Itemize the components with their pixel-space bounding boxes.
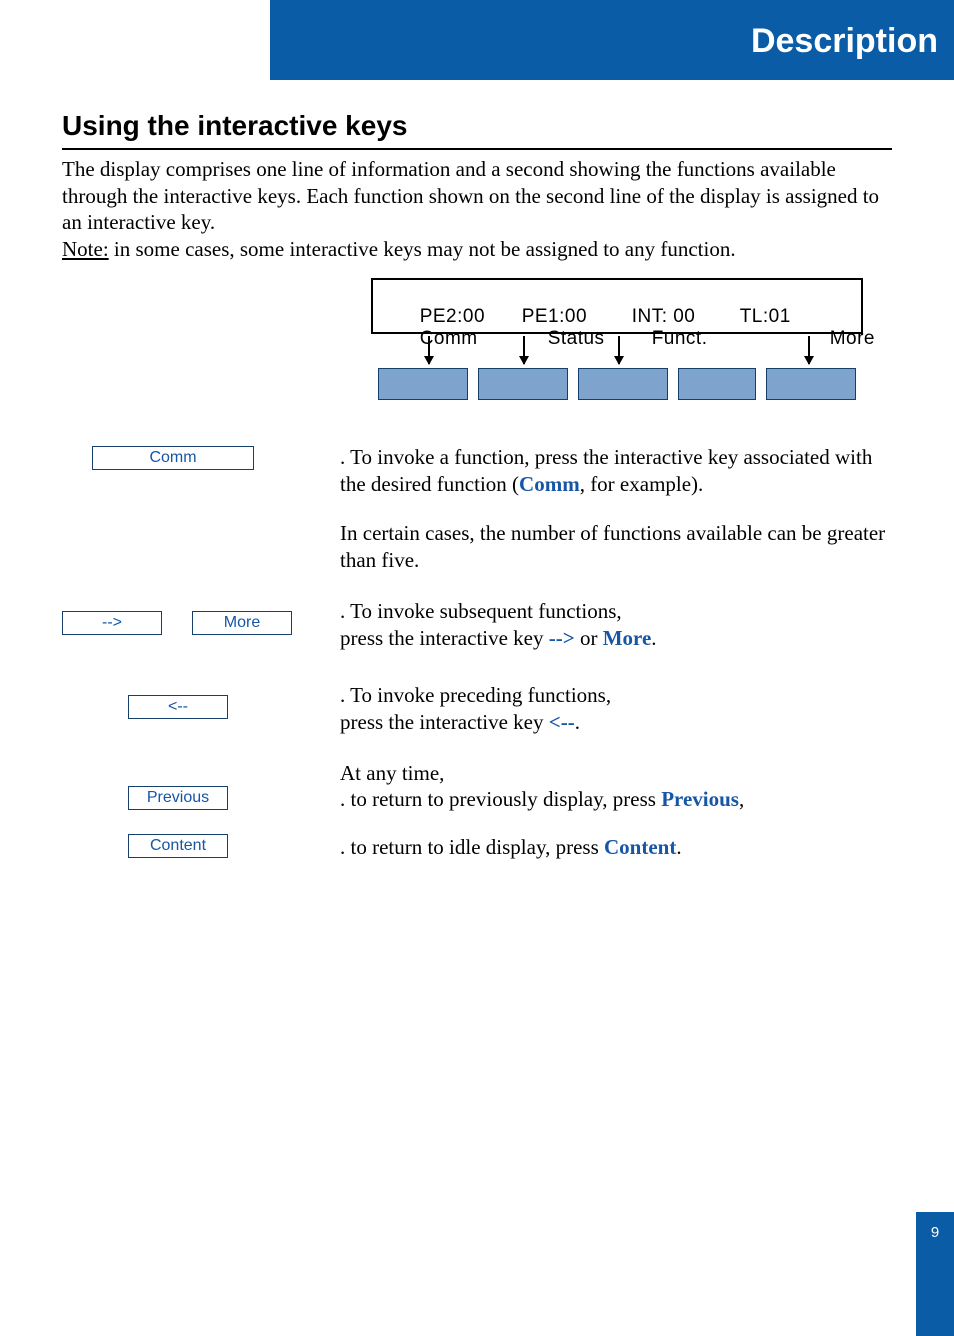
lcd2-c4: More: [830, 328, 875, 349]
para-certain-cases: In certain cases, the number of function…: [340, 520, 900, 573]
header-band: Description: [270, 0, 954, 80]
p1-hl: Comm: [519, 472, 580, 496]
previous-button[interactable]: Previous: [128, 786, 228, 810]
header-title: Description: [751, 22, 938, 61]
p7-hl: Content: [604, 835, 676, 859]
p7b: .: [676, 835, 681, 859]
lcd-line2: CommStatusFunct.More: [385, 306, 875, 372]
interactive-key[interactable]: [678, 368, 756, 400]
para-preceding: . To invoke preceding functions, press t…: [340, 682, 900, 735]
p6a: . to return to previously display, press: [340, 787, 661, 811]
prev-arrow-button[interactable]: <--: [128, 695, 228, 719]
p6-hl: Previous: [661, 787, 739, 811]
lcd2-c1: Comm: [420, 328, 548, 350]
p4-hl: <--: [549, 710, 575, 734]
p3-end: .: [651, 626, 656, 650]
lcd-display: PE2:00PE1:00INT: 00TL:01 CommStatusFunct…: [371, 278, 863, 334]
note-label: Note:: [62, 237, 109, 261]
section-heading: Using the interactive keys: [62, 110, 892, 150]
next-arrow-button[interactable]: -->: [62, 611, 162, 635]
para-subsequent: . To invoke subsequent functions, press …: [340, 598, 900, 651]
p1b: , for example).: [580, 472, 704, 496]
arrow-down-icon: [808, 336, 810, 364]
para-previous: . to return to previously display, press…: [340, 786, 900, 813]
p7a: . to return to idle display, press: [340, 835, 604, 859]
intro-paragraph: The display comprises one line of inform…: [62, 156, 898, 263]
lcd2-c3: Funct.: [652, 328, 830, 350]
p4a: . To invoke preceding functions,: [340, 683, 611, 707]
interactive-key[interactable]: [378, 368, 468, 400]
p4b-pre: press the interactive key: [340, 710, 549, 734]
page-number: 9: [916, 1224, 954, 1241]
p3b-pre: press the interactive key: [340, 626, 549, 650]
para-invoke-function: . To invoke a function, press the intera…: [340, 444, 900, 497]
lcd2-c2: Status: [548, 328, 652, 350]
arrow-down-icon: [618, 336, 620, 364]
note-text: in some cases, some interactive keys may…: [109, 237, 736, 261]
content-button[interactable]: Content: [128, 834, 228, 858]
interactive-key[interactable]: [578, 368, 668, 400]
p3-mid: or: [575, 626, 603, 650]
p6b: ,: [739, 787, 744, 811]
comm-button[interactable]: Comm: [92, 446, 254, 470]
para-anytime: At any time,: [340, 760, 900, 787]
arrow-down-icon: [428, 336, 430, 364]
arrow-down-icon: [523, 336, 525, 364]
more-button[interactable]: More: [192, 611, 292, 635]
para-content: . to return to idle display, press Conte…: [340, 834, 900, 861]
p3-hl1: -->: [549, 626, 575, 650]
p4-end: .: [575, 710, 580, 734]
p3a: . To invoke subsequent functions,: [340, 599, 622, 623]
interactive-key[interactable]: [478, 368, 568, 400]
p3-hl2: More: [603, 626, 652, 650]
page: Description Using the interactive keys T…: [0, 0, 954, 1336]
interactive-key[interactable]: [766, 368, 856, 400]
intro-text: The display comprises one line of inform…: [62, 157, 879, 234]
page-number-band: 9: [916, 1212, 954, 1336]
